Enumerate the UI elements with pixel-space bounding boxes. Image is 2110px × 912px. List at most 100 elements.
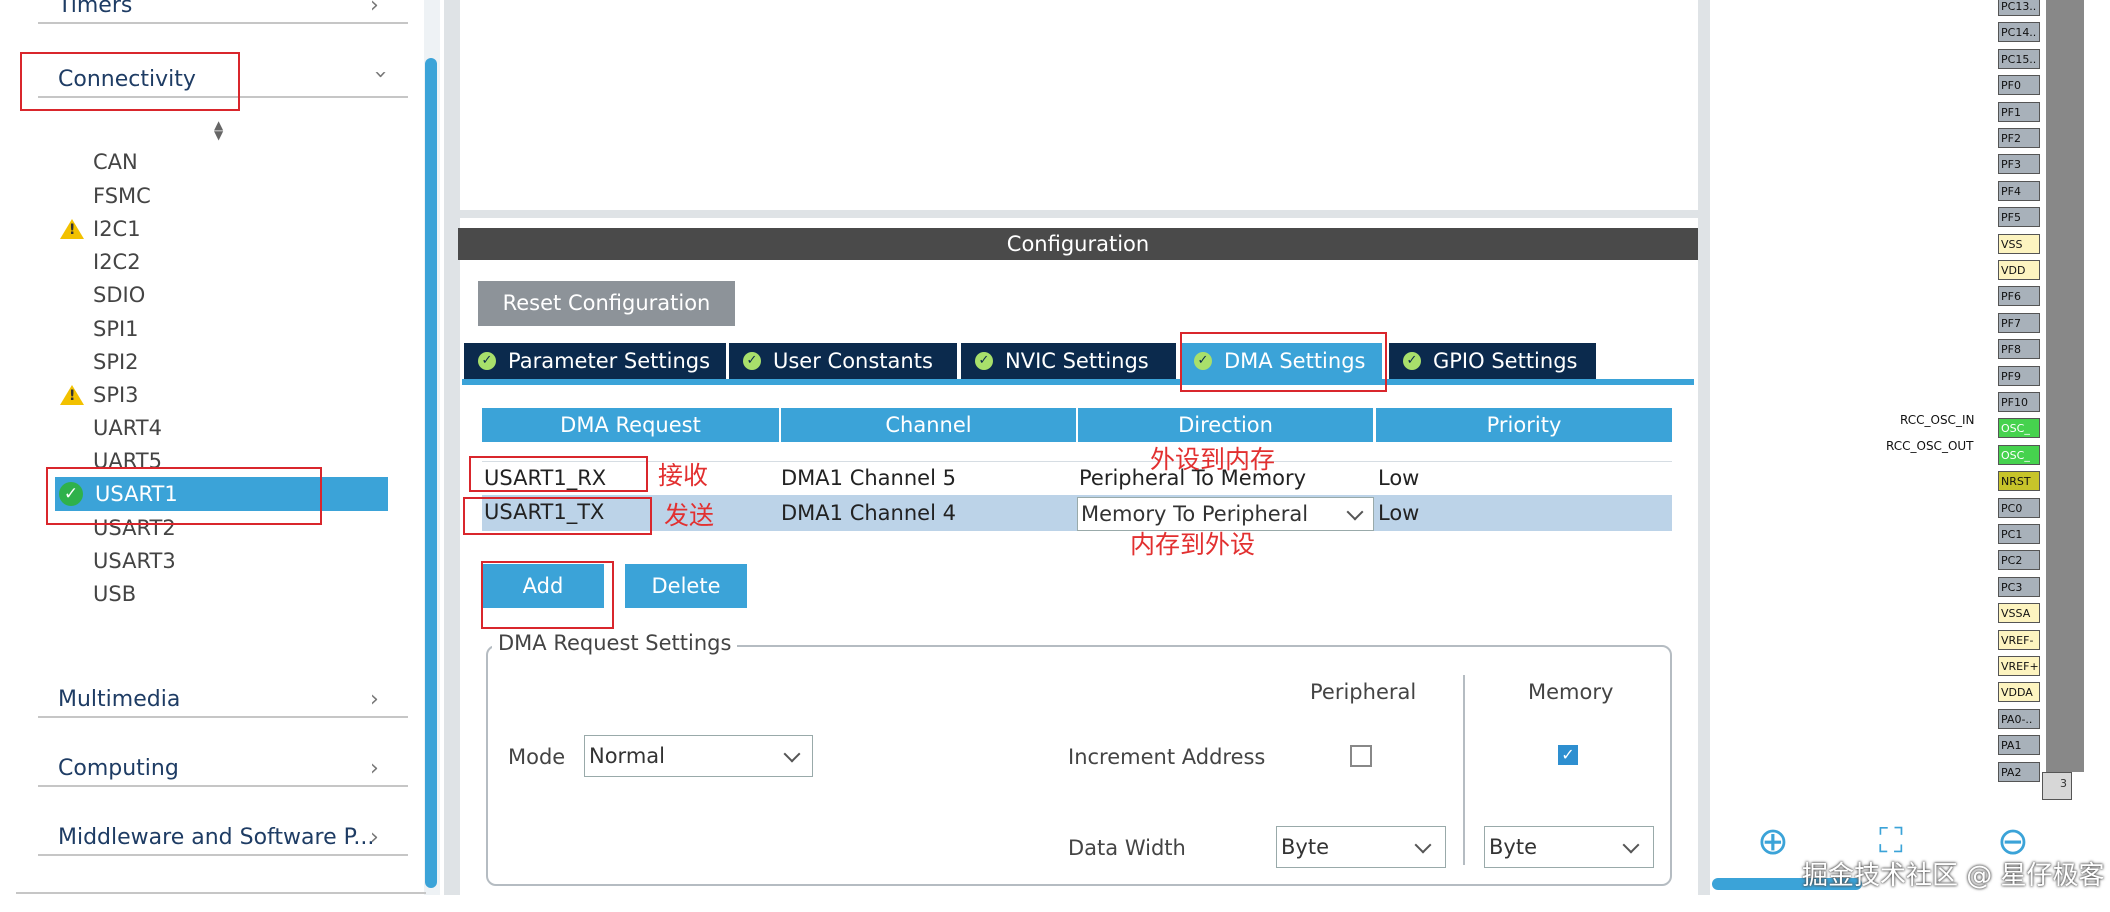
pin-pa2[interactable]: PA2 [1998,761,2040,782]
memory-increment-checkbox[interactable]: ✓ [1558,745,1578,765]
pin-pc0[interactable]: PC0 [1998,497,2040,518]
category-label: Computing [58,756,179,781]
peripheral-increment-checkbox[interactable] [1350,745,1372,767]
list-item-can[interactable]: CAN [93,148,138,176]
pin-osc-[interactable]: OSC_ [1998,418,2040,439]
memory-data-width-select[interactable]: Byte [1484,826,1654,868]
category-computing[interactable]: Computing › [38,755,408,787]
tab-user-constants[interactable]: ✓ User Constants [729,343,957,379]
annotation-box-add [481,561,614,629]
pin-pf10[interactable]: PF10 [1998,392,2040,412]
peripheral-data-width-select[interactable]: Byte [1276,826,1446,868]
list-item-fsmc[interactable]: FSMC [93,182,151,210]
list-item-spi1[interactable]: SPI1 [93,315,139,343]
pin-pf5[interactable]: PF5 [1998,207,2040,228]
cell-priority: Low [1378,501,1420,525]
pin-vssa[interactable]: VSSA [1998,603,2040,624]
memory-header: Memory [1528,680,1614,704]
mode-value: Normal [589,744,665,768]
pin-pf1[interactable]: PF1 [1998,101,2040,122]
chevron-down-icon [1622,836,1640,854]
pin-nrst[interactable]: NRST [1998,471,2040,492]
pin-pf3[interactable]: PF3 [1998,154,2040,175]
pin-vref-[interactable]: VREF- [1998,629,2040,650]
pin-pc3[interactable]: PC3 [1998,576,2040,597]
tab-label: NVIC Settings [1005,349,1149,373]
pin-pc1[interactable]: PC1 [1998,524,2040,544]
tab-gpio-settings[interactable]: ✓ GPIO Settings [1389,343,1596,379]
annotation-rx-text: 接收 [658,461,709,490]
list-item-spi2[interactable]: SPI2 [93,348,139,376]
pin-vref-[interactable]: VREF+ [1998,656,2040,676]
annotation-tx-text: 发送 [664,501,715,530]
pin-vdda[interactable]: VDDA [1998,682,2040,703]
annotation-box-tx [463,497,652,535]
check-icon: ✓ [975,352,993,370]
reset-configuration-button[interactable]: Reset Configuration [478,281,735,326]
check-icon: ✓ [1403,352,1421,370]
category-multimedia[interactable]: Multimedia › [38,686,408,718]
check-icon: ✓ [743,352,761,370]
category-middleware[interactable]: Middleware and Software P... › [38,824,408,856]
column-header-dma-request[interactable]: DMA Request [482,408,779,442]
chevron-right-icon: › [370,0,379,18]
pin-pc13-[interactable]: PC13.. [1998,0,2040,16]
list-item-i2c2[interactable]: I2C2 [93,248,141,276]
pin-pf9[interactable]: PF9 [1998,365,2040,386]
delete-button[interactable]: Delete [625,564,747,608]
sort-icon[interactable]: ▲ ▼ [214,119,223,141]
tab-label: GPIO Settings [1433,349,1578,373]
pin-pa1[interactable]: PA1 [1998,735,2040,756]
pin-osc-[interactable]: OSC_ [1998,444,2040,465]
list-item-uart4[interactable]: UART4 [93,414,162,442]
tab-parameter-settings[interactable]: ✓ Parameter Settings [464,343,726,379]
list-item-spi3[interactable]: SPI3 [93,381,139,409]
list-item-i2c1[interactable]: I2C1 [93,215,141,243]
annotation-box-connectivity [20,52,240,111]
tab-label: Parameter Settings [508,349,711,373]
mode-select[interactable]: Normal [584,735,813,777]
chevron-down-icon [783,745,801,763]
pin-pf8[interactable]: PF8 [1998,339,2040,360]
pane-splitter[interactable] [458,210,1698,218]
column-header-direction[interactable]: Direction [1078,408,1373,442]
tab-nvic-settings[interactable]: ✓ NVIC Settings [961,343,1176,379]
signal-label-osc-out: RCC_OSC_OUT [1886,439,1974,453]
pin-pf2[interactable]: PF2 [1998,128,2040,148]
column-header-channel[interactable]: Channel [781,408,1076,442]
pin-vdd[interactable]: VDD [1998,260,2040,280]
tab-label: User Constants [773,349,933,373]
column-divider [1463,675,1465,865]
list-item-usb[interactable]: USB [93,580,136,608]
group-legend: DMA Request Settings [492,631,738,655]
column-header-priority[interactable]: Priority [1376,408,1672,442]
cell-channel: DMA1 Channel 5 [781,466,956,490]
category-panel: Timers › Connectivity › ▲▼ CAN FSMC I2C1… [0,0,438,895]
pin-pc2[interactable]: PC2 [1998,550,2040,571]
list-item-sdio[interactable]: SDIO [93,281,145,309]
watermark: 掘金技术社区 @ 星仔极客 [1802,861,2105,891]
annotation-m2p-text: 内存到外设 [1130,530,1256,559]
zoom-in-icon[interactable]: ⊕ [1757,822,1789,860]
pin-pf4[interactable]: PF4 [1998,180,2040,201]
chevron-right-icon: › [370,825,379,850]
list-item-usart3[interactable]: USART3 [93,547,176,575]
pin-pc14-[interactable]: PC14.. [1998,22,2040,43]
pin-vss[interactable]: VSS [1998,233,2040,254]
pin-pa0-[interactable]: PA0-.. [1998,708,2040,729]
pin-bottom[interactable]: 3 [2042,772,2072,800]
peripheral-width-value: Byte [1281,835,1329,859]
warning-icon [60,385,84,405]
scrollbar-thumb[interactable] [425,58,437,888]
pin-pf6[interactable]: PF6 [1998,286,2040,307]
check-icon: ✓ [478,352,496,370]
chevron-right-icon: › [370,756,379,781]
pin-pc15-[interactable]: PC15.. [1998,48,2040,69]
pin-pf7[interactable]: PF7 [1998,312,2040,333]
center-border [1698,0,1710,895]
annotation-box-rx [469,456,648,492]
category-timers[interactable]: Timers › [38,0,408,24]
annotation-box-usart1 [46,467,322,525]
pin-pf0[interactable]: PF0 [1998,75,2040,96]
center-border [456,0,460,895]
